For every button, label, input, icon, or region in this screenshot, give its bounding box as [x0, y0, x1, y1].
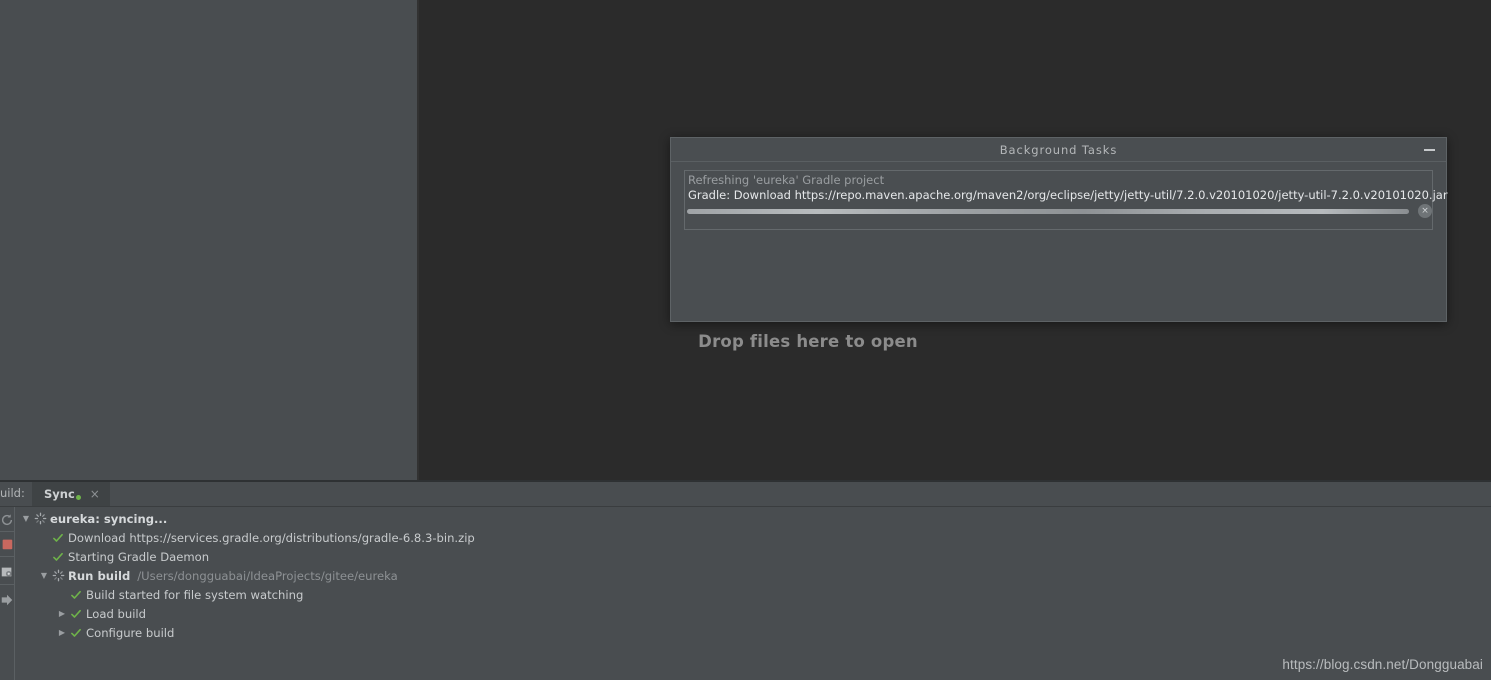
tree-row-3[interactable]: ▼ Run build /Users/dongguabai/IdeaProjec… [16, 566, 1486, 585]
task-title-text: Gradle: Download https://repo.maven.apac… [688, 188, 1448, 202]
rerun-icon[interactable] [0, 512, 14, 526]
tree-expander[interactable]: ▶ [56, 628, 68, 637]
cancel-task-icon[interactable]: × [1418, 204, 1432, 218]
build-output-tree[interactable]: ▼ eureka: syncing... Download https://se… [16, 509, 1486, 679]
tree-row-2[interactable]: Starting Gradle Daemon [16, 547, 1486, 566]
tab-sync-label: Sync [44, 487, 75, 501]
toolbar-divider [14, 507, 15, 680]
progress-bar [687, 209, 1409, 214]
expand-icon[interactable] [0, 592, 14, 606]
minimize-icon[interactable] [1418, 138, 1440, 161]
tree-row-6[interactable]: ▶ Configure build [16, 623, 1486, 642]
build-tool-window: uild: Sync × ▼ eureka: syncing... Downlo… [0, 480, 1491, 680]
check-icon [50, 550, 66, 564]
drop-files-hint-text: Drop files here to open [698, 332, 918, 351]
tree-row-label: eureka: syncing... [50, 511, 168, 526]
progress-bar-fill [687, 209, 1409, 214]
tree-expander[interactable]: ▼ [20, 514, 32, 523]
check-icon [68, 626, 84, 640]
upper-region: Drop files here to open Background Tasks… [0, 0, 1491, 480]
build-tabstrip: uild: Sync × [0, 482, 1491, 506]
tree-row-5[interactable]: ▶ Load build [16, 604, 1486, 623]
tab-sync[interactable]: Sync × [32, 482, 110, 506]
close-icon[interactable]: × [90, 488, 100, 500]
background-tasks-title: Background Tasks [999, 142, 1118, 157]
tree-row-label: Run build [68, 568, 131, 583]
drop-files-hint: Drop files here to open [419, 332, 1491, 351]
tree-row-label: Download https://services.gradle.org/dis… [68, 530, 475, 545]
tree-row-label: Load build [86, 606, 147, 621]
tree-row-label: Configure build [86, 625, 175, 640]
spinner-icon [50, 569, 66, 583]
tree-row-1[interactable]: Download https://services.gradle.org/dis… [16, 528, 1486, 547]
ide-window: Drop files here to open Background Tasks… [0, 0, 1491, 680]
tool-window-label: uild: [0, 486, 25, 500]
tree-row-4[interactable]: Build started for file system watching [16, 585, 1486, 604]
watermark: https://blog.csdn.net/Dongguabai [1282, 657, 1483, 672]
tabstrip-underline [0, 506, 1491, 507]
background-tasks-titlebar[interactable]: Background Tasks [671, 138, 1446, 162]
check-icon [68, 588, 84, 602]
settings-icon[interactable] [0, 564, 14, 578]
spinner-icon [32, 512, 48, 526]
running-indicator-dot [75, 495, 81, 500]
background-tasks-dialog[interactable]: Background Tasks Refreshing 'eureka' Gra… [670, 137, 1448, 322]
tree-row-sublabel: /Users/dongguabai/IdeaProjects/gitee/eur… [137, 568, 398, 583]
task-progress-row: × [687, 204, 1432, 220]
tree-row-0[interactable]: ▼ eureka: syncing... [16, 509, 1486, 528]
project-tool-window[interactable] [0, 0, 417, 480]
tree-expander[interactable]: ▶ [56, 609, 68, 618]
task-status-text: Refreshing 'eureka' Gradle project [688, 173, 885, 187]
stop-icon[interactable] [0, 536, 14, 550]
check-icon [68, 607, 84, 621]
tree-row-label: Build started for file system watching [86, 587, 304, 602]
tree-row-label: Starting Gradle Daemon [68, 549, 210, 564]
task-item: Refreshing 'eureka' Gradle project Gradl… [684, 170, 1448, 230]
build-actions-toolbar [0, 508, 14, 680]
check-icon [50, 531, 66, 545]
tree-expander[interactable]: ▼ [38, 571, 50, 580]
